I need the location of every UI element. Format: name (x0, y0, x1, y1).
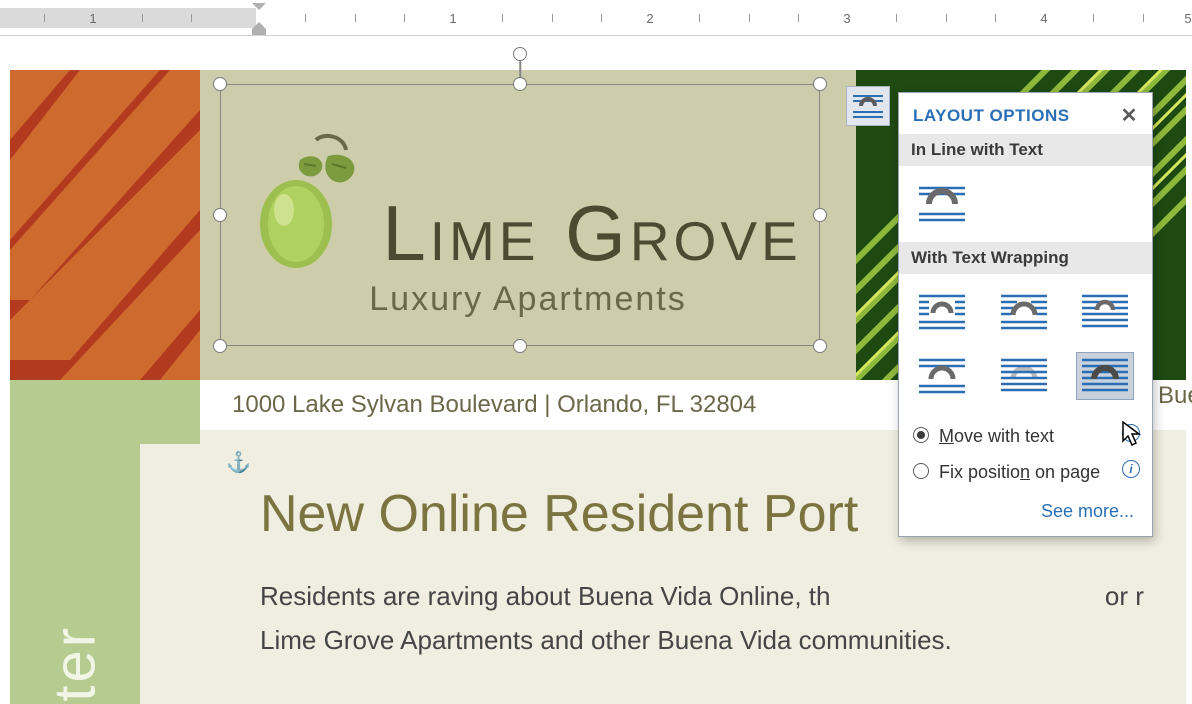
close-icon[interactable]: ✕ (1118, 103, 1140, 128)
wrap-square[interactable] (913, 288, 971, 336)
paragraph-line-right-frag: or r (1105, 581, 1144, 611)
sidebar-green: etter (10, 444, 140, 704)
sidebar-rotated-text: etter (42, 625, 109, 704)
paragraph-line: Residents are raving about Buena Vida On… (260, 581, 830, 611)
horizontal-ruler[interactable]: 1 1 2 3 4 5 (0, 0, 1192, 36)
radio-icon (913, 427, 929, 443)
address-right-fragment: Bue (1158, 382, 1192, 410)
radio-move-with-text[interactable]: MMove with textove with text i (899, 418, 1152, 454)
wrap-through[interactable] (1076, 288, 1134, 336)
header-left-pattern (10, 70, 200, 380)
header-logo-area: Lime Grove Luxury Apartments (200, 70, 856, 380)
resize-handle-mr[interactable] (813, 208, 827, 222)
ruler-number: 3 (837, 8, 857, 28)
ruler-number: 4 (1034, 8, 1054, 28)
radio-icon (913, 463, 929, 479)
info-icon[interactable]: i (1122, 460, 1140, 478)
section-inline-label: In Line with Text (899, 134, 1152, 166)
resize-handle-tr[interactable] (813, 77, 827, 91)
resize-handle-bm[interactable] (513, 339, 527, 353)
anchor-icon: ⚓ (226, 450, 251, 475)
wrap-top-and-bottom[interactable] (913, 352, 971, 400)
address-left-pad (10, 380, 200, 430)
layout-options-icon (851, 92, 885, 120)
ruler-number: 1 (83, 8, 103, 28)
wrap-tight[interactable] (995, 288, 1053, 336)
layout-options-popup: LAYOUT OPTIONS ✕ In Line with Text With … (898, 92, 1153, 537)
resize-handle-tm[interactable] (513, 77, 527, 91)
paragraph-line: Lime Grove Apartments and other Buena Vi… (260, 625, 952, 655)
ruler-left-margin (0, 8, 256, 28)
resize-handle-tl[interactable] (213, 77, 227, 91)
indent-markers[interactable] (252, 3, 266, 33)
see-more-link[interactable]: See more... (1041, 501, 1134, 521)
resize-handle-bl[interactable] (213, 339, 227, 353)
wrap-inline-with-text[interactable] (913, 180, 971, 228)
image-selection-box[interactable] (220, 84, 820, 346)
body-gutter (140, 444, 200, 704)
section-wrap-label: With Text Wrapping (899, 242, 1152, 274)
ruler-number: 5 (1178, 8, 1192, 28)
info-icon[interactable]: i (1122, 424, 1140, 442)
popup-title: LAYOUT OPTIONS (913, 106, 1070, 126)
rotate-handle[interactable] (513, 47, 527, 61)
radio-fix-position[interactable]: Fix position on page i (899, 454, 1152, 490)
wrap-behind-text[interactable] (995, 352, 1053, 400)
layout-options-button[interactable] (846, 86, 890, 126)
resize-handle-ml[interactable] (213, 208, 227, 222)
ruler-number: 2 (640, 8, 660, 28)
resize-handle-br[interactable] (813, 339, 827, 353)
wrap-in-front-of-text[interactable] (1076, 352, 1134, 400)
ruler-number: 1 (443, 8, 463, 28)
